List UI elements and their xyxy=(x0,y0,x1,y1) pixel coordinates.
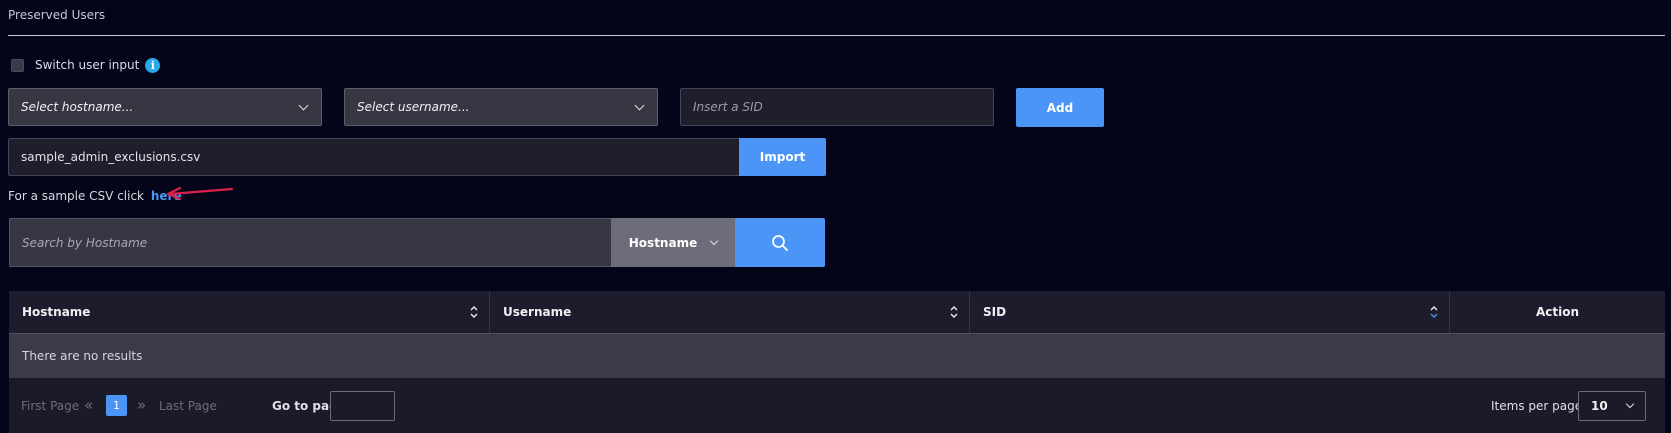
sort-icon[interactable] xyxy=(1429,304,1439,320)
column-label-username: Username xyxy=(503,305,572,319)
hostname-select[interactable]: Select hostname... xyxy=(8,88,322,126)
chevron-down-icon xyxy=(298,100,309,110)
hostname-select-placeholder: Select hostname... xyxy=(21,100,134,114)
switch-user-input-label: Switch user input xyxy=(35,58,140,72)
preserved-users-table: Hostname Username SID Action There are n… xyxy=(9,291,1665,433)
sample-csv-text: For a sample CSV click xyxy=(8,189,145,203)
search-field-selected: Hostname xyxy=(628,235,698,250)
annotation-arrow-icon xyxy=(166,187,234,201)
chevron-down-icon xyxy=(634,100,645,110)
column-header-username[interactable]: Username xyxy=(490,291,970,333)
column-label-sid: SID xyxy=(983,305,1007,319)
pagination: First Page « 1 » Last Page Go to page: I… xyxy=(9,378,1665,433)
sid-input[interactable] xyxy=(680,88,994,126)
search-input[interactable] xyxy=(9,218,611,267)
column-header-action: Action xyxy=(1450,291,1665,333)
switch-user-input-row: Switch user input i xyxy=(11,57,161,73)
sort-icon[interactable] xyxy=(469,304,479,320)
empty-results-row: There are no results xyxy=(9,333,1665,378)
chevron-down-icon xyxy=(709,236,719,245)
preserved-users-panel: Preserved Users Switch user input i Sele… xyxy=(0,0,1671,433)
sample-csv-row: For a sample CSV click here xyxy=(8,189,182,203)
search-icon xyxy=(772,234,788,251)
import-file-field[interactable]: sample_admin_exclusions.csv xyxy=(8,138,739,176)
last-page-link[interactable]: Last Page xyxy=(159,399,217,413)
switch-user-input-checkbox[interactable] xyxy=(11,58,24,72)
column-label-action: Action xyxy=(1535,305,1580,319)
username-select-placeholder: Select username... xyxy=(357,100,470,114)
items-per-page-value: 10 xyxy=(1591,399,1608,413)
column-label-hostname: Hostname xyxy=(22,305,91,319)
search-field-select[interactable]: Hostname xyxy=(611,218,735,267)
current-page-button[interactable]: 1 xyxy=(106,395,127,416)
previous-page-icon[interactable]: « xyxy=(84,396,93,414)
info-icon[interactable]: i xyxy=(145,57,161,73)
go-to-page-input[interactable] xyxy=(330,391,395,421)
first-page-link[interactable]: First Page xyxy=(21,399,79,413)
column-header-sid[interactable]: SID xyxy=(970,291,1450,333)
items-per-page-select[interactable]: 10 xyxy=(1578,391,1646,421)
add-button[interactable]: Add xyxy=(1016,88,1104,127)
title-divider xyxy=(8,35,1665,36)
table-header: Hostname Username SID Action xyxy=(9,291,1665,333)
next-page-icon[interactable]: » xyxy=(137,396,146,414)
chevron-down-icon xyxy=(1625,399,1635,409)
empty-results-message: There are no results xyxy=(22,349,143,363)
import-button[interactable]: Import xyxy=(739,138,826,176)
search-button[interactable] xyxy=(735,218,825,267)
column-header-hostname[interactable]: Hostname xyxy=(9,291,490,333)
username-select[interactable]: Select username... xyxy=(344,88,658,126)
import-file-name: sample_admin_exclusions.csv xyxy=(21,150,201,164)
items-per-page-label: Items per page: xyxy=(1491,399,1587,413)
section-title: Preserved Users xyxy=(8,8,106,22)
sort-icon[interactable] xyxy=(949,304,959,320)
